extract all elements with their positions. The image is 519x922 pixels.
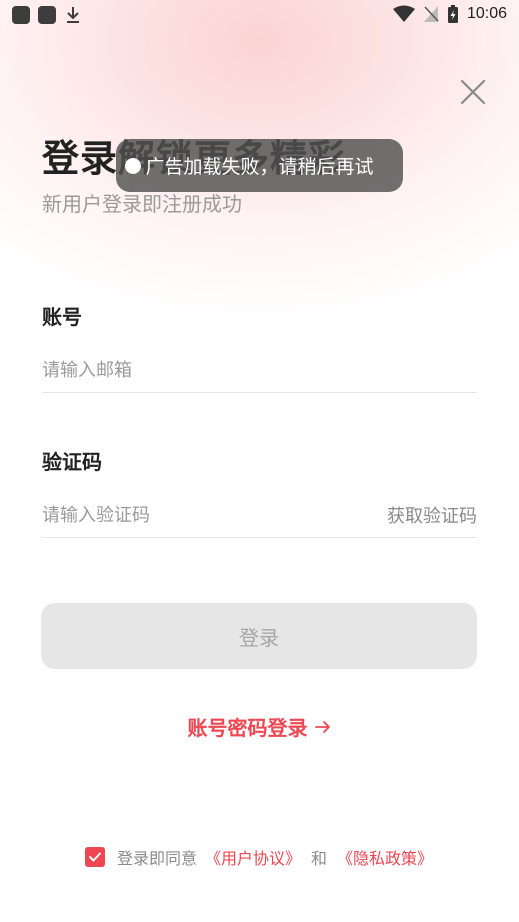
battery-charging-icon: [447, 5, 458, 23]
login-button[interactable]: 登录: [41, 603, 477, 669]
checkmark-icon: [89, 852, 101, 862]
privacy-policy-link[interactable]: 《隐私政策》: [337, 845, 433, 869]
account-label: 账号: [42, 305, 82, 329]
get-code-button[interactable]: 获取验证码: [387, 502, 477, 528]
status-time: 10:06: [466, 5, 507, 22]
password-login-label: 账号密码登录: [187, 716, 308, 740]
arrow-right-icon: [314, 720, 330, 733]
page-subtitle: 新用户登录即注册成功: [42, 192, 242, 216]
agreement-row: 登录即同意 《用户协议》 和 《隐私政策》: [85, 845, 433, 869]
status-bar: 10:06: [0, 0, 519, 30]
download-icon: [67, 7, 79, 23]
user-agreement-link[interactable]: 《用户协议》: [205, 845, 301, 869]
email-input[interactable]: [42, 348, 477, 393]
no-signal-icon: [423, 6, 439, 22]
code-label: 验证码: [42, 450, 102, 474]
agreement-checkbox[interactable]: [85, 847, 105, 867]
toast-text: 广告加载失败，请稍后再试: [145, 156, 374, 178]
password-login-row: 账号密码登录: [0, 712, 519, 741]
wifi-icon: [392, 5, 415, 22]
notification-icon: [12, 6, 30, 24]
agreement-and: 和: [311, 849, 328, 868]
close-icon[interactable]: [458, 77, 488, 107]
agreement-prefix: 登录即同意: [117, 849, 198, 868]
notification-icon: [38, 6, 56, 24]
password-login-link[interactable]: 账号密码登录: [188, 712, 332, 741]
app-icon: [125, 157, 142, 174]
toast-message: 广告加载失败，请稍后再试: [116, 139, 403, 192]
